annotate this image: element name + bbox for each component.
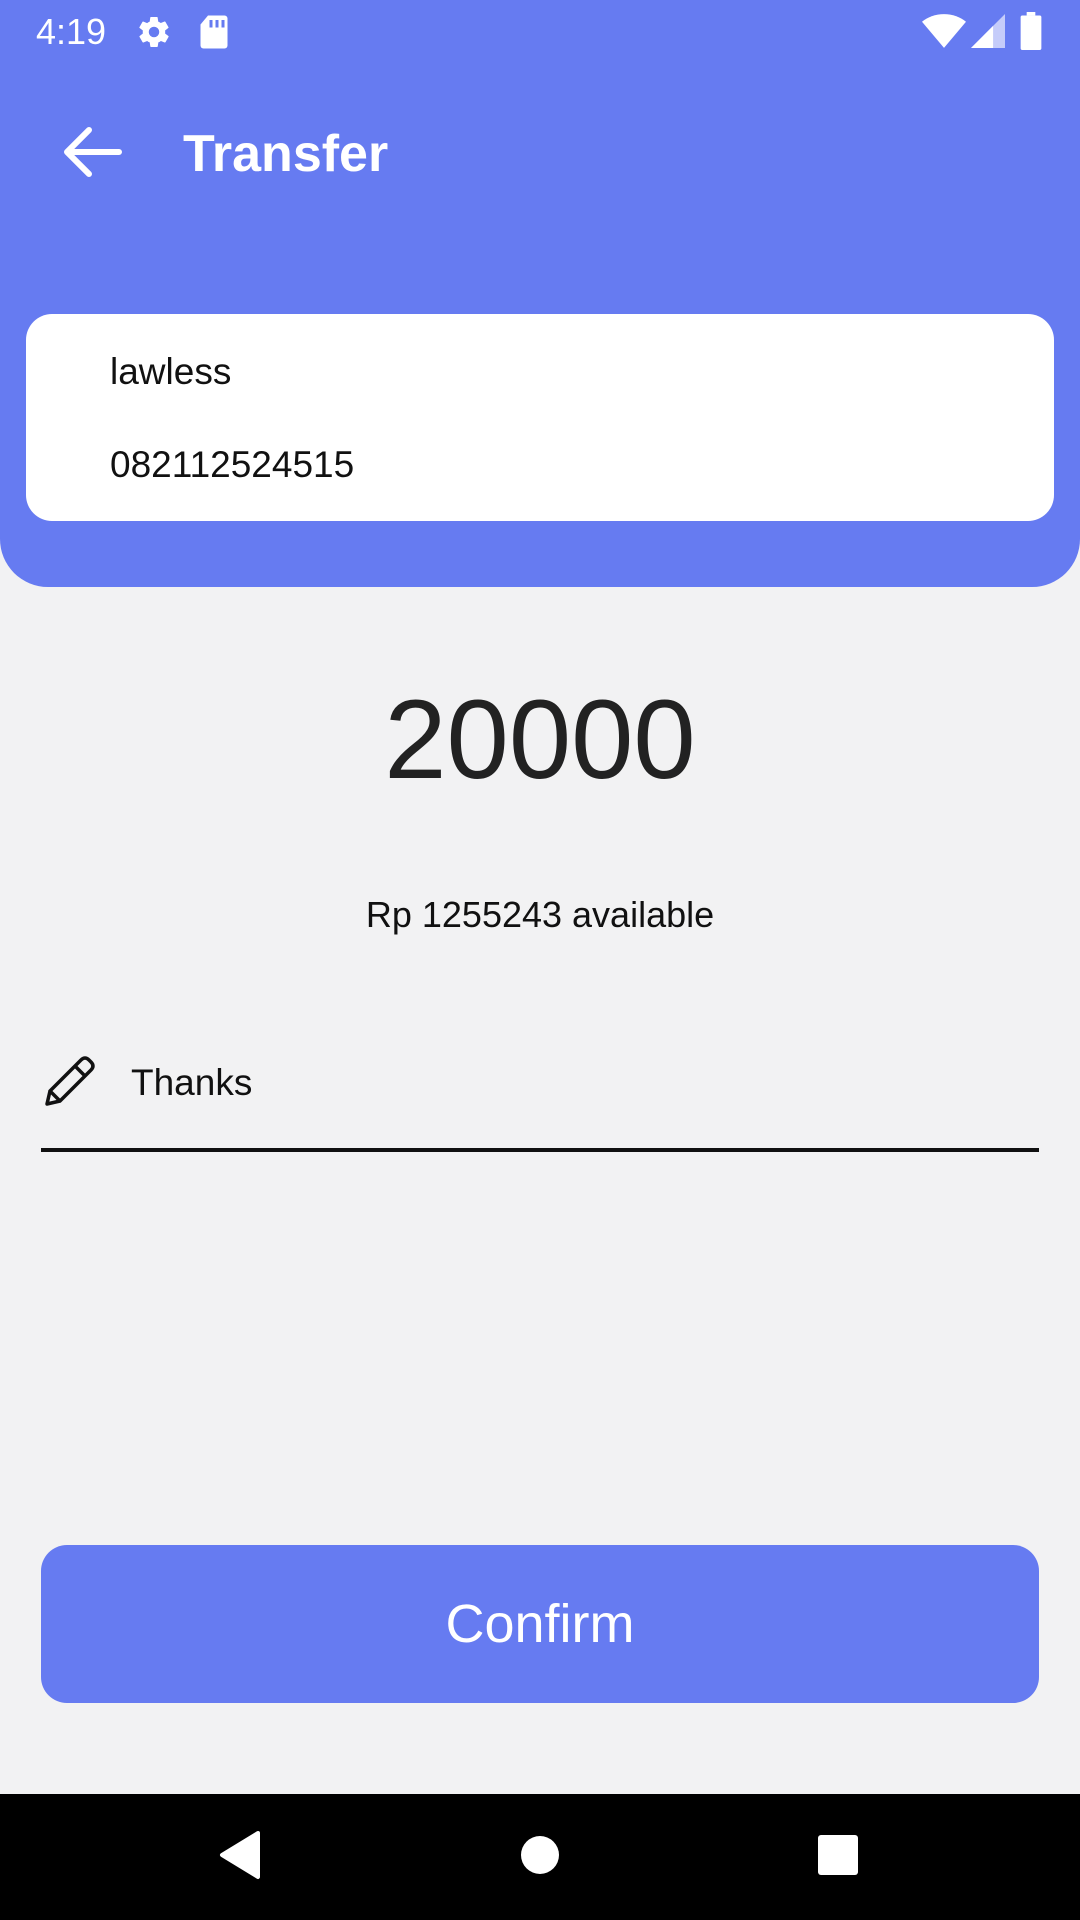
recents-square-icon	[817, 1834, 859, 1881]
transfer-amount[interactable]: 20000	[0, 680, 1080, 800]
nav-home-button[interactable]	[480, 1794, 600, 1920]
pencil-icon	[41, 1054, 97, 1110]
home-circle-icon	[520, 1835, 560, 1880]
back-button[interactable]	[46, 114, 136, 194]
note-input[interactable]	[131, 1058, 1011, 1108]
confirm-button[interactable]: Confirm	[41, 1545, 1039, 1703]
note-field[interactable]	[41, 1040, 1039, 1152]
page-title: Transfer	[183, 125, 389, 183]
gear-icon	[136, 14, 172, 55]
navigation-bar	[0, 1794, 1080, 1920]
recipient-phone: 082112524515	[110, 444, 355, 485]
transfer-screen: 4:19 Transfer lawless 082112524515 20000…	[0, 0, 1080, 1920]
nav-back-button[interactable]	[180, 1794, 300, 1920]
nav-recents-button[interactable]	[778, 1794, 898, 1920]
toolbar: Transfer	[0, 100, 1080, 210]
header: 4:19 Transfer lawless 082112524515	[0, 0, 1080, 587]
battery-icon	[1020, 12, 1042, 55]
status-bar: 4:19	[0, 0, 1080, 64]
sd-card-icon	[198, 14, 230, 55]
wifi-icon	[922, 14, 966, 53]
cell-signal-icon	[970, 14, 1006, 53]
recipient-card: lawless 082112524515	[26, 314, 1054, 521]
available-balance: Rp 1255243 available	[365, 894, 715, 935]
arrow-left-icon	[59, 124, 123, 185]
status-time: 4:19	[36, 11, 107, 52]
recipient-name: lawless	[110, 351, 232, 392]
back-triangle-icon	[218, 1830, 262, 1885]
